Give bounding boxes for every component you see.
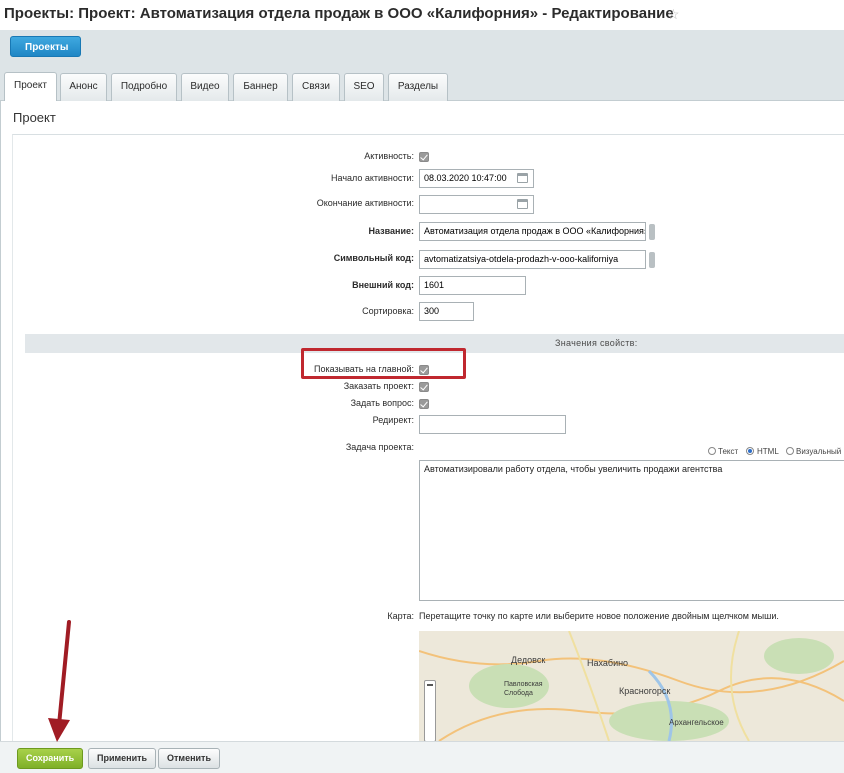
mode-html-label: HTML [757, 447, 779, 456]
star-icon[interactable]: ☆ [667, 6, 680, 23]
redirect-label: Редирект: [372, 415, 414, 425]
tab-banner[interactable]: Баннер [233, 73, 288, 101]
end-label: Окончание активности: [316, 198, 414, 208]
calendar-icon[interactable] [517, 173, 528, 183]
ext-code-input[interactable]: 1601 [419, 276, 526, 295]
map-place: Павловская Слобода [504, 681, 543, 697]
properties-header-label: Значения свойств: [555, 338, 638, 348]
redirect-input[interactable] [419, 415, 566, 434]
map[interactable]: Дедовск Нахабино Павловская Слобода Крас… [419, 631, 844, 741]
tab-video[interactable]: Видео [181, 73, 229, 101]
save-button[interactable]: Сохранить [17, 748, 84, 769]
name-label: Название: [368, 226, 414, 236]
sort-label: Сортировка: [362, 306, 414, 316]
tabs-row: Проект Анонс Подробно Видео Баннер Связи… [0, 63, 844, 102]
apply-button[interactable]: Применить [88, 748, 157, 769]
map-zoom-icon[interactable] [424, 680, 436, 741]
title-bar: Проекты: Проект: Автоматизация отдела пр… [0, 0, 844, 30]
active-checkbox[interactable] [419, 152, 429, 162]
order-label: Заказать проект: [343, 381, 414, 391]
mode-text-label: Текст [718, 447, 739, 456]
map-hint: Перетащите точку по карте или выберите н… [419, 611, 779, 621]
code-input[interactable]: avtomatizatsiya-otdela-prodazh-v-ooo-kal… [419, 250, 646, 269]
tab-sections[interactable]: Разделы [388, 73, 448, 101]
highlight-box [301, 348, 466, 379]
mode-html-radio[interactable] [746, 447, 754, 455]
mode-visual-radio[interactable] [786, 447, 794, 455]
task-label: Задача проекта: [345, 442, 414, 452]
map-place: Красногорск [619, 686, 671, 696]
cancel-button[interactable]: Отменить [158, 748, 220, 769]
ext-code-label: Внешний код: [352, 280, 414, 290]
tab-seo[interactable]: SEO [344, 73, 384, 101]
active-label: Активность: [364, 151, 414, 161]
tab-announce[interactable]: Анонс [60, 73, 107, 101]
code-sync-button[interactable] [649, 252, 655, 268]
tab-detail[interactable]: Подробно [111, 73, 177, 101]
name-input[interactable]: Автоматизация отдела продаж в ООО «Калиф… [419, 222, 646, 241]
map-place: Архангельское [669, 718, 724, 727]
task-textarea[interactable]: Автоматизировали работу отдела, чтобы ув… [419, 460, 844, 601]
chain-button-projects[interactable]: Проекты [10, 36, 82, 57]
tab-links[interactable]: Связи [292, 73, 340, 101]
tab-project[interactable]: Проект [4, 72, 57, 102]
mode-visual-label: Визуальный р [796, 447, 844, 456]
map-place: Дедовск [511, 655, 546, 665]
map-place: Нахабино [587, 658, 629, 668]
calendar-icon[interactable] [517, 199, 528, 209]
admin-chain-bar [0, 30, 844, 63]
ask-checkbox[interactable] [419, 399, 429, 409]
mode-text-radio[interactable] [708, 447, 716, 455]
ask-label: Задать вопрос: [350, 398, 414, 408]
page-title: Проекты: Проект: Автоматизация отдела пр… [4, 5, 674, 22]
map-label: Карта: [387, 611, 414, 621]
sort-input[interactable]: 300 [419, 302, 474, 321]
section-title: Проект [13, 110, 56, 125]
translit-button[interactable] [649, 224, 655, 240]
order-checkbox[interactable] [419, 382, 429, 392]
code-label: Символьный код: [333, 253, 414, 263]
start-label: Начало активности: [331, 173, 414, 183]
